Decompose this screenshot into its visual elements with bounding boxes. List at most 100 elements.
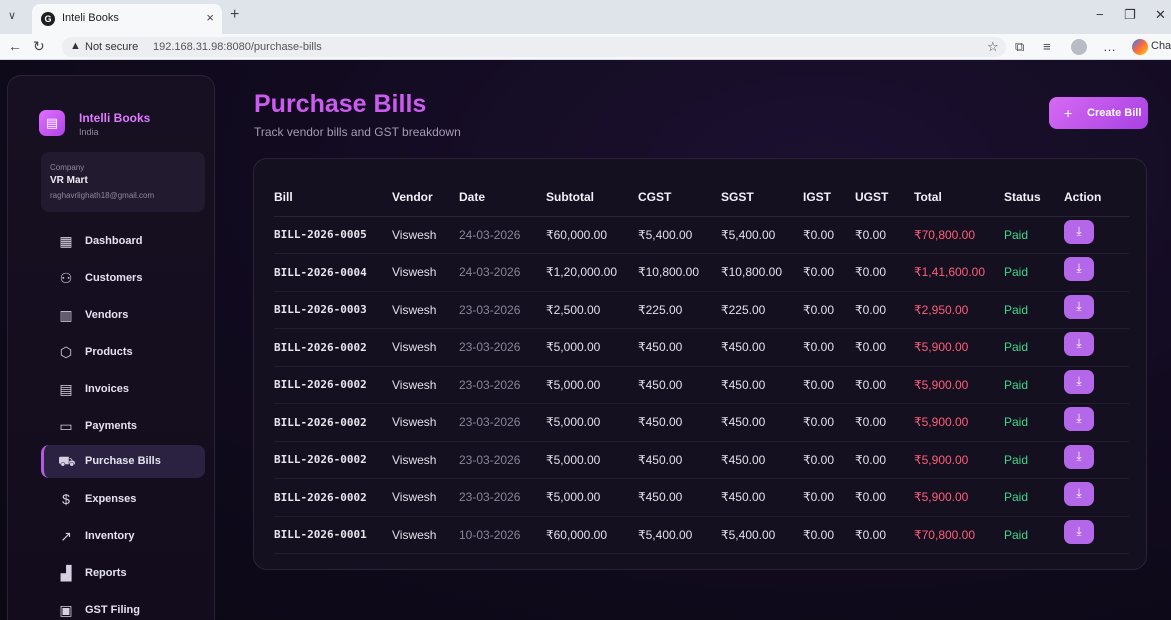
warning-icon: ▲	[70, 40, 81, 52]
download-icon[interactable]: ⤓	[1064, 519, 1094, 544]
column-header: Status	[1004, 178, 1064, 217]
ugst-amount: ₹0.00	[855, 253, 914, 292]
extensions-icon[interactable]: ⧉	[1015, 39, 1024, 55]
chat-label[interactable]: Chat	[1151, 40, 1171, 52]
more-menu-icon[interactable]: …	[1103, 39, 1116, 54]
action-cell: ⤓	[1064, 516, 1129, 554]
cgst-amount: ₹450.00	[638, 403, 721, 442]
company-card[interactable]: Company VR Mart raghavrlighath18@gmail.c…	[41, 152, 205, 212]
sgst-amount: ₹450.00	[721, 366, 803, 404]
igst-amount: ₹0.00	[803, 291, 855, 329]
igst-amount: ₹0.00	[803, 441, 855, 479]
restore-icon[interactable]: ❐	[1124, 7, 1136, 23]
download-icon[interactable]: ⤓	[1064, 482, 1094, 507]
create-bill-button[interactable]: + Create Bill	[1049, 97, 1148, 129]
sidebar-item-inventory[interactable]: ↗ Inventory	[41, 520, 205, 553]
bills-table-body: BILL-2026-0005 Viswesh 24-03-2026 ₹60,000.0…	[274, 216, 1129, 554]
status-badge: Paid	[1004, 253, 1064, 292]
users-icon: ⚇	[59, 270, 73, 286]
cgst-amount: ₹10,800.00	[638, 253, 721, 292]
copilot-icon[interactable]	[1132, 39, 1148, 55]
bill-number: BILL-2026-0001	[274, 516, 392, 554]
subtotal-amount: ₹60,000.00	[546, 516, 638, 554]
sidebar-item-expenses[interactable]: $ Expenses	[41, 483, 205, 516]
favorite-star-icon[interactable]: ☆	[987, 39, 999, 55]
app-viewport: ▤ Intelli Books India Company VR Mart ra…	[0, 60, 1171, 620]
sidebar-item-payments[interactable]: ▭ Payments	[41, 410, 205, 443]
vendor-name: Viswesh	[392, 328, 459, 367]
column-header: Bill	[274, 178, 392, 217]
tab-list-chevron-icon[interactable]: ∨	[8, 9, 16, 22]
download-icon[interactable]: ⤓	[1064, 219, 1094, 244]
bills-table: Bill Vendor Date Subtotal CGST SGST IGST…	[274, 178, 1129, 554]
sidebar-item-dashboard[interactable]: ▦ Dashboard	[41, 225, 205, 258]
not-secure-label[interactable]: Not secure	[85, 41, 138, 53]
bill-date: 23-03-2026	[459, 403, 546, 442]
sidebar-item-products[interactable]: ⬡ Products	[41, 336, 205, 369]
new-tab-icon[interactable]: +	[230, 6, 239, 24]
close-window-icon[interactable]: ✕	[1155, 7, 1166, 23]
download-icon[interactable]: ⤓	[1064, 444, 1094, 469]
bill-date: 23-03-2026	[459, 328, 546, 367]
ugst-amount: ₹0.00	[855, 328, 914, 367]
subtotal-amount: ₹5,000.00	[546, 441, 638, 479]
sgst-amount: ₹5,400.00	[721, 516, 803, 554]
download-icon[interactable]: ⤓	[1064, 257, 1094, 282]
action-cell: ⤓	[1064, 403, 1129, 442]
ugst-amount: ₹0.00	[855, 216, 914, 254]
bill-date: 23-03-2026	[459, 291, 546, 329]
sidebar-item-reports[interactable]: ▟ Reports	[41, 557, 205, 590]
page-subtitle: Track vendor bills and GST breakdown	[254, 125, 461, 139]
cgst-amount: ₹450.00	[638, 328, 721, 367]
total-amount: ₹5,900.00	[914, 478, 1004, 517]
favorites-icon[interactable]: ≡	[1043, 39, 1051, 54]
vendor-name: Viswesh	[392, 366, 459, 404]
sidebar-item-vendors[interactable]: ▥ Vendors	[41, 299, 205, 332]
ugst-amount: ₹0.00	[855, 291, 914, 329]
action-cell: ⤓	[1064, 291, 1129, 329]
bill-number: BILL-2026-0002	[274, 366, 392, 404]
cgst-amount: ₹5,400.00	[638, 216, 721, 254]
company-label: Company	[50, 163, 85, 172]
reload-icon[interactable]: ↻	[33, 38, 45, 55]
download-icon[interactable]: ⤓	[1064, 369, 1094, 394]
table-row: BILL-2026-0002 Viswesh 23-03-2026 ₹5,000.00…	[274, 366, 1129, 404]
sidebar-item-customers[interactable]: ⚇ Customers	[41, 262, 205, 295]
sidebar-item-label: Customers	[85, 272, 143, 284]
profile-avatar[interactable]	[1071, 39, 1087, 55]
sidebar-item-purchase-bills[interactable]: ⛟ Purchase Bills	[41, 445, 205, 478]
table-row: BILL-2026-0002 Viswesh 23-03-2026 ₹5,000.00…	[274, 441, 1129, 479]
vendor-name: Viswesh	[392, 216, 459, 254]
download-icon[interactable]: ⤓	[1064, 332, 1094, 357]
igst-amount: ₹0.00	[803, 516, 855, 554]
ugst-amount: ₹0.00	[855, 478, 914, 517]
back-icon[interactable]: ←	[8, 38, 22, 54]
sgst-amount: ₹450.00	[721, 403, 803, 442]
brand-country: India	[79, 127, 99, 137]
download-icon[interactable]: ⤓	[1064, 294, 1094, 319]
url-bar[interactable]: ▲ Not secure 192.168.31.98:8080/purchase…	[62, 37, 1006, 57]
tab-close-icon[interactable]: ×	[206, 10, 214, 25]
total-amount: ₹70,800.00	[914, 516, 1004, 554]
subtotal-amount: ₹5,000.00	[546, 328, 638, 367]
column-header: Vendor	[392, 178, 459, 217]
subtotal-amount: ₹5,000.00	[546, 403, 638, 442]
subtotal-amount: ₹2,500.00	[546, 291, 638, 329]
vendor-name: Viswesh	[392, 441, 459, 479]
sidebar-item-label: GST Filing	[85, 604, 140, 616]
calculator-icon: ▣	[59, 602, 73, 618]
sidebar-item-gst-filing[interactable]: ▣ GST Filing	[41, 594, 205, 620]
status-badge: Paid	[1004, 441, 1064, 479]
browser-tab[interactable]: G Inteli Books ×	[32, 4, 222, 34]
bill-number: BILL-2026-0002	[274, 478, 392, 517]
sidebar-item-invoices[interactable]: ▤ Invoices	[41, 373, 205, 406]
grid-icon: ▦	[59, 233, 73, 249]
table-row: BILL-2026-0002 Viswesh 23-03-2026 ₹5,000.00…	[274, 328, 1129, 367]
download-icon[interactable]: ⤓	[1064, 407, 1094, 432]
url-text[interactable]: 192.168.31.98:8080/purchase-bills	[153, 41, 322, 53]
minimize-icon[interactable]: −	[1096, 7, 1104, 22]
action-cell: ⤓	[1064, 253, 1129, 292]
cgst-amount: ₹450.00	[638, 366, 721, 404]
total-amount: ₹5,900.00	[914, 441, 1004, 479]
table-header-row: Bill Vendor Date Subtotal CGST SGST IGST…	[274, 178, 1129, 217]
